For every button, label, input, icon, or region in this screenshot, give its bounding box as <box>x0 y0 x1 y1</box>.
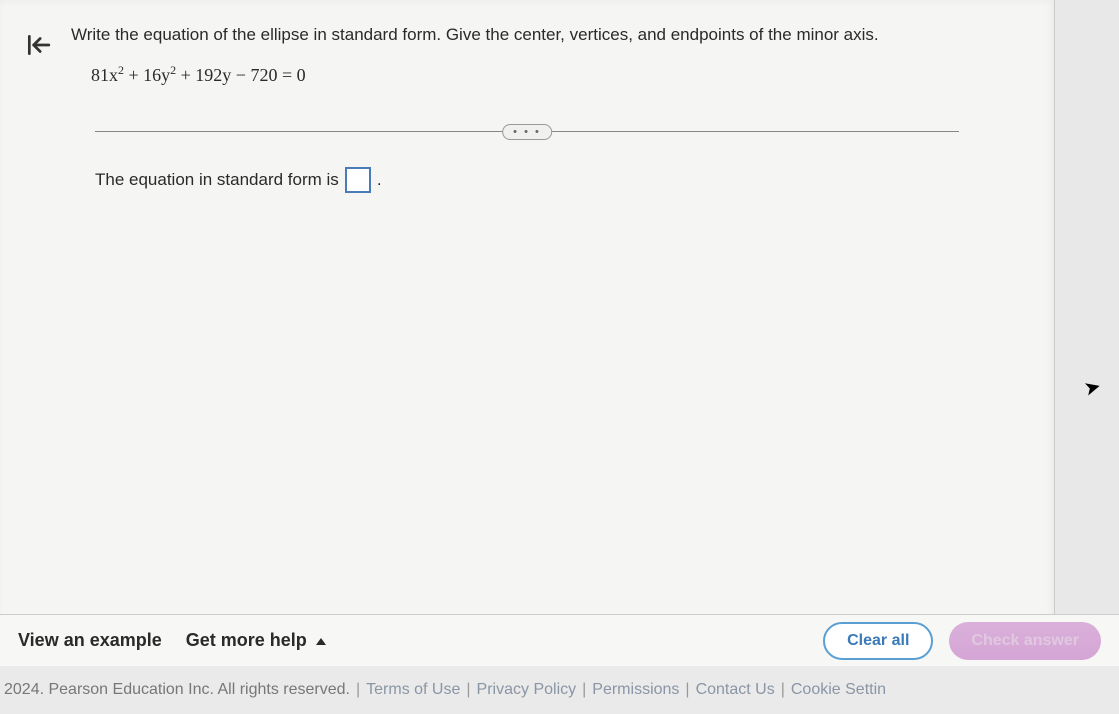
footer-contact-link[interactable]: Contact Us <box>696 681 775 699</box>
question-equation: 81x2 + 16y2 + 192y − 720 = 0 <box>91 63 1034 86</box>
question-area: Write the equation of the ellipse in sta… <box>0 0 1054 106</box>
clear-all-button[interactable]: Clear all <box>823 622 933 660</box>
get-more-help-button[interactable]: Get more help <box>186 630 326 651</box>
footer-sep: | <box>582 681 586 699</box>
footer-permissions-link[interactable]: Permissions <box>592 681 679 699</box>
footer-sep: | <box>466 681 470 699</box>
view-example-button[interactable]: View an example <box>18 630 162 651</box>
footer-terms-link[interactable]: Terms of Use <box>366 681 460 699</box>
check-answer-button[interactable]: Check answer <box>949 622 1101 660</box>
collapse-button[interactable] <box>20 27 56 63</box>
page-footer: 2024. Pearson Education Inc. All rights … <box>0 666 1119 714</box>
caret-up-icon <box>316 638 326 645</box>
toolbar-left: View an example Get more help <box>18 630 326 651</box>
footer-sep: | <box>685 681 689 699</box>
toolbar-right: Clear all Check answer <box>823 622 1101 660</box>
get-more-help-label: Get more help <box>186 630 307 650</box>
footer-cookie-link[interactable]: Cookie Settin <box>791 681 886 699</box>
footer-sep: | <box>781 681 785 699</box>
question-body: Write the equation of the ellipse in sta… <box>71 25 1034 86</box>
dots-icon: • • • <box>513 126 541 138</box>
collapse-left-icon <box>25 32 51 58</box>
footer-privacy-link[interactable]: Privacy Policy <box>477 681 577 699</box>
footer-copyright: 2024. Pearson Education Inc. All rights … <box>4 681 350 699</box>
section-divider: • • • <box>95 131 959 132</box>
footer-sep: | <box>356 681 360 699</box>
answer-area: The equation in standard form is . <box>0 132 1054 213</box>
main-panel: Write the equation of the ellipse in sta… <box>0 0 1055 640</box>
expand-pill[interactable]: • • • <box>502 124 552 140</box>
bottom-toolbar: View an example Get more help Clear all … <box>0 614 1119 666</box>
answer-prompt-text: The equation in standard form is <box>95 170 339 190</box>
question-prompt: Write the equation of the ellipse in sta… <box>71 25 1034 45</box>
answer-prompt: The equation in standard form is . <box>95 167 382 193</box>
cursor-icon: ➤ <box>1081 373 1104 401</box>
answer-input[interactable] <box>345 167 371 193</box>
answer-suffix: . <box>377 170 382 190</box>
